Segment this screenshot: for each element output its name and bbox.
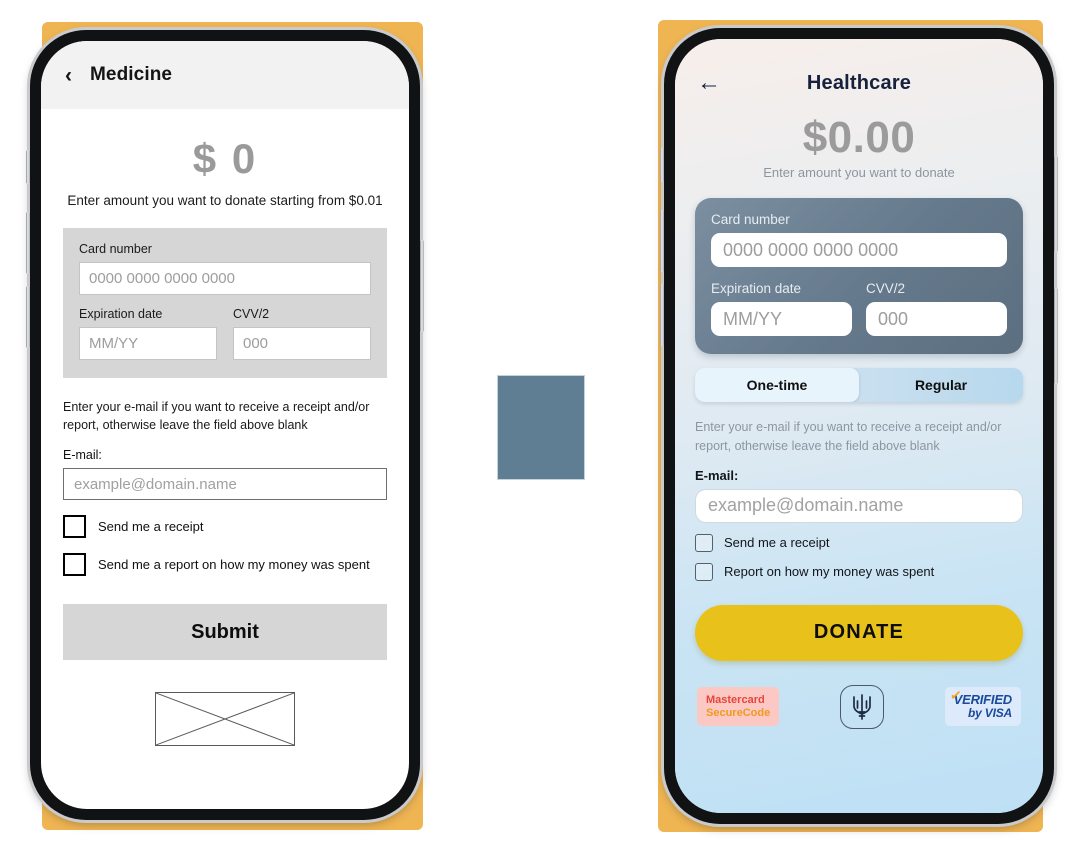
expiration-date-label: Expiration date [79, 307, 163, 321]
chevron-left-icon[interactable]: ‹ [65, 65, 72, 86]
tryzub-icon [853, 693, 871, 720]
checkbox-report-label: Report on how my money was spent [724, 564, 935, 579]
submit-button[interactable]: Submit [63, 604, 387, 661]
amount-hint-text: Enter amount you want to donate starting… [67, 193, 383, 208]
phone-left-volume-up-button[interactable] [26, 212, 30, 274]
email-label: E-mail: [63, 448, 102, 463]
email-input[interactable]: example@domain.name [63, 468, 387, 501]
checkbox-report-label: Send me a report on how my money was spe… [98, 557, 370, 573]
card-details-panel: Card number 0000 0000 0000 0000 Expirati… [63, 228, 387, 378]
phone-right-volume-up-button[interactable] [660, 210, 664, 272]
phone-left-mute-button[interactable] [26, 150, 30, 184]
ukraine-tryzub-badge [839, 684, 884, 729]
payment-security-badges: Mastercard SecureCode ✓ VERIFIED by VISA [695, 684, 1023, 729]
card-number-input[interactable]: 0000 0000 0000 0000 [711, 233, 1007, 267]
hifi-content: Card number 0000 0000 0000 0000 Expirati… [675, 198, 1043, 729]
checkbox-report[interactable] [63, 553, 86, 577]
checkbox-receipt[interactable] [695, 533, 713, 552]
hifi-phone-frame: ← Healthcare $0.00 Enter amount you want… [660, 28, 1058, 824]
phone-right-volume-down-button[interactable] [660, 284, 664, 346]
mastercard-securecode-line2: SecureCode [706, 706, 771, 719]
mastercard-securecode-line1: Mastercard [706, 693, 765, 706]
expiration-date-input[interactable]: MM/YY [711, 302, 852, 336]
card-number-label: Card number [79, 242, 152, 256]
checkbox-receipt[interactable] [63, 515, 86, 539]
verified-by-visa-badge: ✓ VERIFIED by VISA [944, 686, 1021, 726]
donate-button[interactable]: DONATE [695, 604, 1023, 661]
checkbox-report[interactable] [695, 562, 713, 581]
checkbox-receipt-label: Send me a receipt [724, 535, 830, 550]
phone-right-assistant-button[interactable] [1054, 288, 1058, 384]
toggle-option-regular[interactable]: Regular [859, 368, 1023, 402]
cvv-input[interactable]: 000 [866, 302, 1007, 336]
cvv-label: CVV/2 [866, 281, 906, 296]
checkbox-row-report[interactable]: Send me a report on how my money was spe… [63, 553, 387, 577]
email-label: E-mail: [695, 467, 739, 483]
checkbox-row-receipt[interactable]: Send me a receipt [63, 515, 387, 539]
cvv-label: CVV/2 [233, 307, 270, 321]
card-number-label: Card number [711, 212, 790, 227]
phone-left-power-button[interactable] [420, 240, 424, 332]
card-details-panel: Card number 0000 0000 0000 0000 Expirati… [695, 198, 1023, 354]
donation-amount-display[interactable]: $0.00 [675, 113, 1043, 163]
checkbox-receipt-label: Send me a receipt [98, 519, 204, 535]
wireframe-screen: ‹ Medicine $ 0 Enter amount you want to … [41, 41, 409, 809]
expiration-date-label: Expiration date [711, 281, 802, 296]
page-title: Healthcare [806, 71, 912, 94]
wireframe-phone-frame: ‹ Medicine $ 0 Enter amount you want to … [26, 30, 424, 820]
check-mark-icon: ✓ [948, 686, 963, 705]
amount-hint-text: Enter amount you want to donate [763, 165, 955, 180]
checkbox-row-receipt[interactable]: Send me a receipt [695, 533, 1023, 552]
hifi-screen: ← Healthcare $0.00 Enter amount you want… [675, 39, 1043, 813]
wireframe-app-bar: ‹ Medicine [41, 41, 409, 109]
center-color-block [497, 375, 585, 480]
verified-by-visa-line1: VERIFIED [953, 692, 1013, 708]
hifi-app-bar: ← Healthcare [675, 39, 1043, 101]
expiration-date-input[interactable]: MM/YY [79, 327, 217, 360]
phone-right-power-button[interactable] [1054, 156, 1058, 252]
phone-right-mute-button[interactable] [660, 148, 664, 182]
cvv-input[interactable]: 000 [233, 327, 371, 360]
email-input[interactable]: example@domain.name [695, 488, 1023, 523]
email-note-text: Enter your e-mail if you want to receive… [695, 420, 1002, 453]
image-placeholder-icon [155, 692, 295, 747]
screenshot-canvas: ‹ Medicine $ 0 Enter amount you want to … [0, 0, 1080, 855]
arrow-left-icon[interactable]: ← [697, 71, 721, 95]
donation-frequency-toggle[interactable]: One-time Regular [695, 368, 1023, 402]
toggle-option-one-time[interactable]: One-time [695, 368, 859, 402]
card-number-input[interactable]: 0000 0000 0000 0000 [79, 262, 371, 295]
mastercard-securecode-badge: Mastercard SecureCode [697, 686, 780, 727]
donation-amount-display[interactable]: $ 0 [63, 109, 387, 193]
page-title: Medicine [90, 64, 173, 85]
checkbox-row-report[interactable]: Report on how my money was spent [695, 562, 1023, 581]
phone-left-volume-down-button[interactable] [26, 286, 30, 348]
wireframe-content: $ 0 Enter amount you want to donate star… [41, 109, 409, 747]
verified-by-visa-line2: by VISA [968, 706, 1012, 721]
email-note-text: Enter your e-mail if you want to receive… [63, 400, 370, 433]
